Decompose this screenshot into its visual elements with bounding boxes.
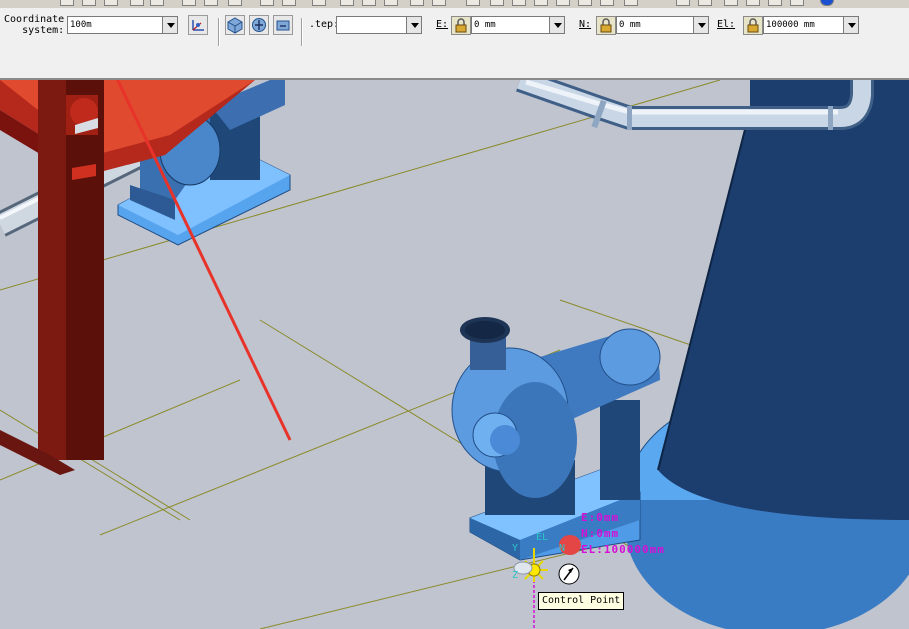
toolbar-button[interactable] — [204, 0, 218, 6]
toolbar-button[interactable] — [724, 0, 738, 6]
toolbar-button[interactable] — [362, 0, 376, 6]
chevron-down-icon[interactable] — [549, 16, 565, 34]
axis-y-label: Y — [512, 543, 519, 554]
toolbar-button[interactable] — [746, 0, 760, 6]
axis-z-label: Z — [512, 570, 519, 581]
toolbar-button[interactable] — [104, 0, 118, 6]
model-scene — [0, 80, 909, 629]
n-label: N: — [579, 19, 592, 30]
toolbar-button[interactable] — [698, 0, 712, 6]
coordinate-system-label: Coordinate system: — [4, 14, 65, 36]
axis-el-label: EL — [536, 532, 549, 543]
coordinate-system-dropdown[interactable]: 100m — [67, 16, 178, 34]
top-toolbar-strip — [0, 0, 909, 8]
e-coordinate-dropdown[interactable]: 0 mm — [471, 16, 565, 34]
toolbar-button[interactable] — [490, 0, 504, 6]
toolbar-button[interactable] — [432, 0, 446, 6]
el-coordinate-dropdown[interactable]: 100000 mm — [763, 16, 859, 34]
help-icon[interactable] — [820, 0, 834, 6]
centrifugal-pump — [451, 317, 661, 561]
lock-icon[interactable] — [596, 16, 616, 35]
chevron-down-icon[interactable] — [843, 16, 859, 34]
coord-e-readout: E:0mm — [581, 511, 620, 524]
n-value: 0 mm — [619, 20, 641, 30]
toolbar-button[interactable] — [260, 0, 274, 6]
e-label: E: — [436, 19, 449, 30]
toolbar-button[interactable] — [60, 0, 74, 6]
axis-n-label: N — [559, 543, 566, 554]
coordinate-system-icon[interactable] — [188, 15, 208, 35]
step-label: .tep: — [309, 19, 340, 30]
step-dropdown[interactable] — [336, 16, 422, 34]
coordinate-system-value: 100m — [70, 20, 92, 30]
chevron-down-icon[interactable] — [162, 16, 178, 34]
coord-n-readout: N:0mm — [581, 527, 620, 540]
toolbar-button[interactable] — [466, 0, 480, 6]
view-top-icon[interactable] — [249, 15, 269, 35]
toolbar-button[interactable] — [282, 0, 296, 6]
chevron-down-icon[interactable] — [693, 16, 709, 34]
toolbar-button[interactable] — [312, 0, 326, 6]
view-front-icon[interactable] — [273, 15, 293, 35]
lock-icon[interactable] — [451, 16, 471, 35]
toolbar-button[interactable] — [228, 0, 242, 6]
toolbar-button[interactable] — [410, 0, 424, 6]
toolbar-button[interactable] — [384, 0, 398, 6]
chevron-down-icon[interactable] — [406, 16, 422, 34]
toolbar-button[interactable] — [790, 0, 804, 6]
view-iso-icon[interactable] — [225, 15, 245, 35]
toolbar-button[interactable] — [768, 0, 782, 6]
n-coordinate-dropdown[interactable]: 0 mm — [616, 16, 709, 34]
toolbar-button[interactable] — [82, 0, 96, 6]
toolbar-button[interactable] — [534, 0, 548, 6]
e-value: 0 mm — [474, 20, 496, 30]
control-point-tooltip: Control Point — [538, 592, 625, 610]
el-label: El: — [717, 19, 736, 30]
toolbar-button[interactable] — [340, 0, 354, 6]
property-ribbon: Coordinate system: 100m .tep: E: 0 mm N:… — [0, 8, 909, 80]
toolbar-button[interactable] — [578, 0, 592, 6]
toolbar-separator — [301, 18, 303, 46]
toolbar-button[interactable] — [676, 0, 690, 6]
toolbar-button[interactable] — [600, 0, 614, 6]
toolbar-button[interactable] — [130, 0, 144, 6]
vessel-tower — [624, 80, 909, 629]
el-value: 100000 mm — [766, 20, 815, 30]
toolbar-button[interactable] — [624, 0, 638, 6]
lock-icon[interactable] — [743, 16, 763, 35]
toolbar-button[interactable] — [182, 0, 196, 6]
toolbar-button[interactable] — [512, 0, 526, 6]
toolbar-button[interactable] — [556, 0, 570, 6]
coord-el-readout: EL:100000mm — [581, 543, 665, 556]
toolbar-separator — [218, 18, 220, 46]
toolbar-button[interactable] — [150, 0, 164, 6]
3d-viewport[interactable]: E:0mm N:0mm EL:100000mm Y EL N Z Control… — [0, 80, 909, 629]
compass-icon — [558, 563, 580, 585]
